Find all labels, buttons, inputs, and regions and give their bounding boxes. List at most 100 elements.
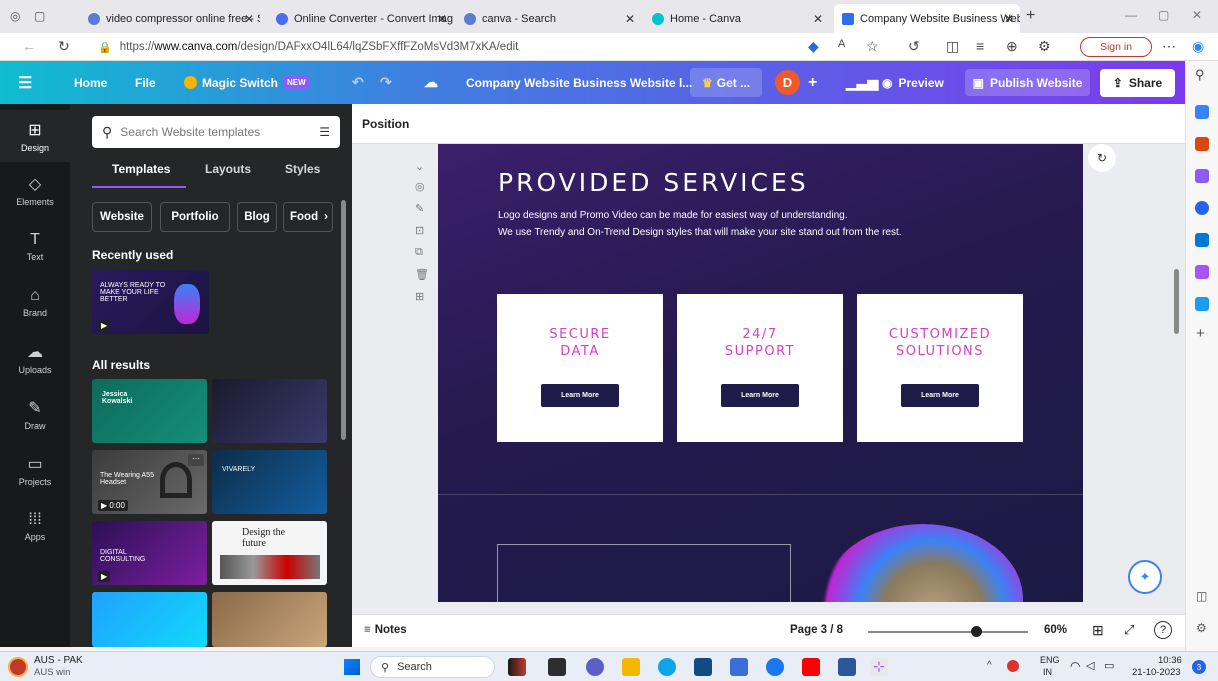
template-thumb[interactable]: Jessica Kowalski bbox=[92, 379, 207, 443]
notes-button[interactable]: ≡ Notes bbox=[364, 624, 407, 636]
close-tab-icon[interactable]: ✕ bbox=[813, 12, 823, 26]
add-collaborator-icon[interactable]: + bbox=[808, 61, 817, 104]
zoom-percent[interactable]: 60% bbox=[1044, 624, 1067, 636]
shopping-icon[interactable] bbox=[1195, 105, 1209, 119]
new-tab-icon[interactable]: + bbox=[1026, 7, 1035, 25]
tools-icon[interactable] bbox=[1195, 137, 1209, 151]
minimize-icon[interactable]: — bbox=[1125, 8, 1137, 22]
rail-item-uploads[interactable]: ☁ Uploads bbox=[0, 332, 70, 384]
home-button[interactable]: Home bbox=[74, 61, 107, 104]
learn-more-button[interactable]: Learn More bbox=[721, 384, 799, 407]
more-icon[interactable]: ⋯ bbox=[1162, 38, 1176, 55]
hamburger-icon[interactable]: ☰ bbox=[18, 61, 32, 104]
tab-company-website[interactable]: Company Website Business Web ✕ bbox=[834, 4, 1020, 33]
sidebar-toggle-icon[interactable]: ◫ bbox=[1196, 589, 1207, 603]
duplicate-page-icon[interactable]: ⧉ bbox=[415, 246, 423, 259]
lock-icon[interactable]: ⊡ bbox=[415, 224, 424, 237]
volume-icon[interactable]: ◁ bbox=[1086, 659, 1094, 672]
refresh-icon[interactable]: ↻ bbox=[58, 38, 70, 55]
cloud-saved-icon[interactable]: ☁ bbox=[424, 61, 438, 104]
add-page-icon[interactable]: ⊞ bbox=[415, 290, 424, 303]
undo-icon[interactable]: ↶ bbox=[352, 61, 364, 104]
clock-time[interactable]: 10:36 bbox=[1158, 655, 1182, 666]
rail-item-apps[interactable]: ⁞⁞⁞ Apps bbox=[0, 500, 70, 552]
sign-in-button[interactable]: Sign in bbox=[1080, 37, 1152, 57]
rail-item-draw[interactable]: ✎ Draw bbox=[0, 388, 70, 440]
copilot-icon[interactable]: ◉ bbox=[1192, 38, 1204, 55]
extension-icon[interactable]: ◆ bbox=[808, 38, 819, 55]
outlook-icon[interactable] bbox=[1195, 233, 1209, 247]
battery-icon[interactable]: ▭ bbox=[1104, 659, 1114, 672]
snipping-tool-icon[interactable]: ⊹ bbox=[870, 658, 888, 676]
favorites-list-icon[interactable]: ≡ bbox=[976, 38, 984, 54]
back-icon[interactable]: ← bbox=[22, 38, 36, 54]
service-card-secure-data[interactable]: SECURE DATA Learn More bbox=[497, 294, 663, 442]
design-page[interactable]: PROVIDED SERVICES Logo designs and Promo… bbox=[438, 144, 1083, 602]
tray-app-icon[interactable] bbox=[1007, 660, 1019, 672]
template-thumb[interactable] bbox=[92, 592, 207, 647]
settings-gear-icon[interactable]: ⚙ bbox=[1196, 621, 1207, 635]
magic-switch-button[interactable]: Magic Switch NEW bbox=[184, 61, 310, 104]
position-button[interactable]: Position bbox=[362, 117, 409, 131]
magic-assistant-icon[interactable]: ✦ bbox=[1128, 560, 1162, 594]
chip-website[interactable]: Website bbox=[92, 202, 152, 232]
windows-start-icon[interactable] bbox=[344, 659, 360, 675]
favorite-icon[interactable]: ☆ bbox=[866, 38, 879, 55]
collections-icon[interactable]: ⊕ bbox=[1006, 38, 1018, 55]
url-field[interactable]: 🔒 https://www.canva.com/design/DAFxxO4lL… bbox=[98, 38, 798, 56]
template-thumb[interactable]: Design the future bbox=[212, 521, 327, 585]
designer-icon[interactable] bbox=[1195, 265, 1209, 279]
help-icon[interactable]: ? bbox=[1154, 621, 1172, 639]
games-icon[interactable] bbox=[1195, 169, 1209, 183]
wifi-icon[interactable]: ◠ bbox=[1070, 659, 1080, 673]
weather-title[interactable]: AUS - PAK bbox=[34, 655, 83, 666]
chip-blog[interactable]: Blog bbox=[237, 202, 277, 232]
edge-icon[interactable] bbox=[658, 658, 676, 676]
document-title[interactable]: Company Website Business Website l... bbox=[466, 61, 692, 104]
learn-more-button[interactable]: Learn More bbox=[541, 384, 619, 407]
rail-item-brand[interactable]: ⌂ Brand bbox=[0, 276, 70, 328]
chevron-up-icon[interactable]: ^ bbox=[987, 660, 992, 671]
tab-online-converter[interactable]: Online Converter - Convert Imag ✕ bbox=[268, 4, 453, 33]
close-tab-icon[interactable]: ✕ bbox=[437, 12, 447, 26]
tab-layouts[interactable]: Layouts bbox=[205, 162, 251, 176]
facebook-icon[interactable] bbox=[766, 658, 784, 676]
youtube-icon[interactable] bbox=[802, 658, 820, 676]
word-icon[interactable] bbox=[838, 658, 856, 676]
send-icon[interactable] bbox=[1195, 297, 1209, 311]
get-pro-button[interactable]: ♛ Get ... bbox=[690, 68, 763, 97]
rail-item-text[interactable]: T Text bbox=[0, 220, 70, 272]
weather-icon[interactable] bbox=[8, 657, 28, 677]
service-card-solutions[interactable]: CUSTOMIZED SOLUTIONS Learn More bbox=[857, 294, 1023, 442]
widgets-app-icon[interactable] bbox=[508, 658, 526, 676]
notification-badge[interactable]: 3 bbox=[1192, 660, 1206, 674]
search-icon[interactable]: ⚲ bbox=[1195, 67, 1205, 83]
page-indicator[interactable]: Page 3 / 8 bbox=[790, 624, 843, 636]
close-tab-icon[interactable]: ✕ bbox=[625, 12, 635, 26]
publish-website-button[interactable]: ▣ Publish Website bbox=[965, 69, 1090, 96]
split-screen-icon[interactable]: ◫ bbox=[946, 38, 959, 55]
description-line-1[interactable]: Logo designs and Promo Video can be made… bbox=[498, 210, 848, 221]
recent-template-thumb[interactable]: ALWAYS READY TO MAKE YOUR LIFE BETTER ▶ bbox=[92, 270, 209, 334]
workspaces-icon[interactable]: ◎ bbox=[10, 9, 20, 23]
close-window-icon[interactable]: ✕ bbox=[1192, 8, 1202, 22]
fullscreen-icon[interactable]: ⤢ bbox=[1124, 622, 1134, 638]
chip-portfolio[interactable]: Portfolio bbox=[160, 202, 230, 232]
hide-page-icon[interactable]: ◎ bbox=[415, 180, 425, 193]
template-thumb[interactable]: VIVARELY bbox=[212, 450, 327, 514]
office-icon[interactable] bbox=[1195, 201, 1209, 215]
read-aloud-icon[interactable]: A bbox=[838, 38, 845, 50]
insights-chart-icon[interactable]: ▁▃▅ bbox=[846, 61, 878, 104]
ring-image[interactable] bbox=[823, 524, 1023, 602]
tab-home-canva[interactable]: Home - Canva ✕ bbox=[644, 4, 829, 33]
zoom-slider-track[interactable] bbox=[868, 631, 1028, 633]
template-thumb[interactable] bbox=[212, 592, 327, 647]
preview-button[interactable]: ◉ Preview bbox=[882, 61, 944, 104]
panel-scrollbar[interactable] bbox=[341, 200, 346, 440]
avatar[interactable]: D bbox=[775, 70, 800, 95]
redo-icon[interactable]: ↷ bbox=[380, 61, 392, 104]
outlined-frame[interactable] bbox=[497, 544, 791, 602]
add-sidebar-app-icon[interactable]: + bbox=[1196, 325, 1205, 342]
close-tab-icon[interactable]: ✕ bbox=[244, 12, 254, 26]
language-code[interactable]: ENG bbox=[1040, 655, 1060, 665]
